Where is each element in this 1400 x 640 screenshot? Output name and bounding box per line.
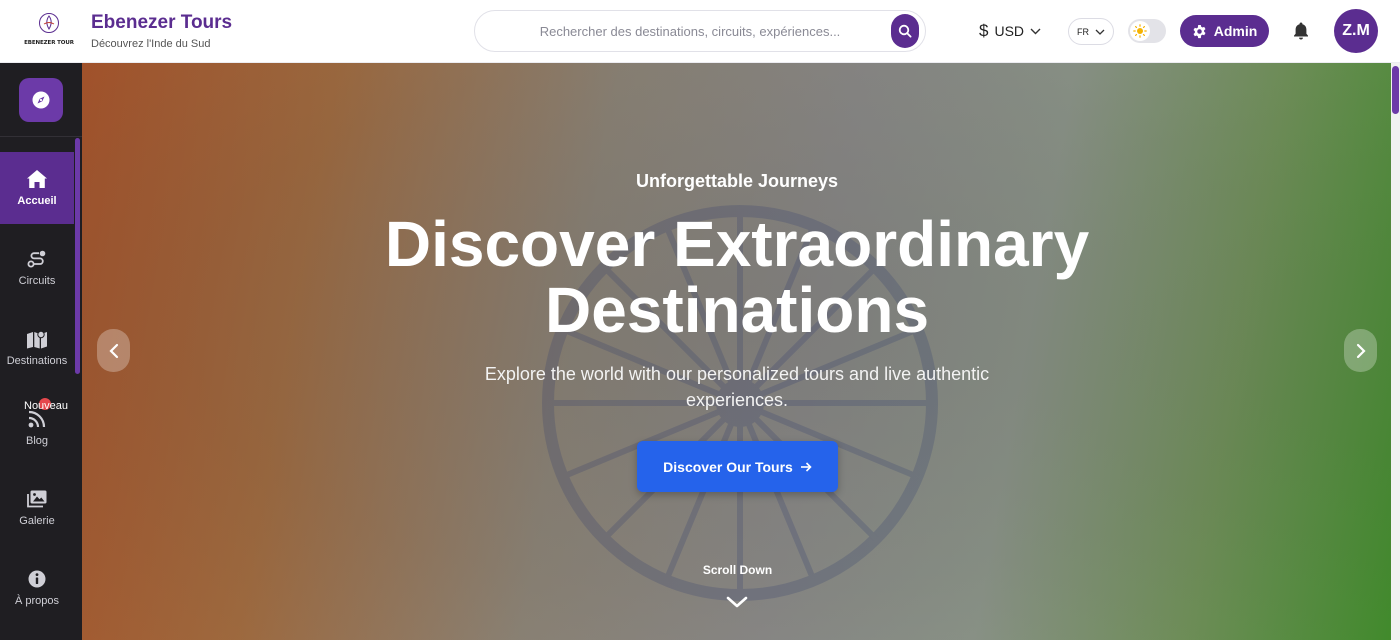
brand-name: Ebenezer Tours [91, 12, 233, 33]
brand-tagline: Découvrez l'Inde du Sud [91, 38, 211, 50]
language-selector[interactable]: FR [1068, 18, 1114, 45]
sidebar-item-label: À propos [14, 595, 60, 607]
top-header: EBENEZER TOUR Ebenezer Tours Découvrez l… [0, 0, 1400, 63]
cta-label: Discover Our Tours [663, 458, 793, 475]
search-input[interactable] [495, 11, 885, 51]
sidebar: Accueil Circuits Destinations Blog Nouve… [0, 63, 82, 640]
logo-emblem-icon [39, 13, 59, 33]
chevron-right-icon [1356, 343, 1366, 358]
chevron-down-icon[interactable] [725, 592, 749, 612]
compass-icon [32, 91, 50, 109]
sidebar-item-galerie[interactable]: Galerie [0, 472, 74, 544]
new-badge: Nouveau [24, 400, 69, 412]
chevron-down-icon [1095, 29, 1105, 35]
sidebar-item-accueil[interactable]: Accueil [0, 152, 74, 224]
explore-button[interactable] [19, 78, 63, 122]
brand[interactable]: Ebenezer Tours Découvrez l'Inde du Sud [91, 12, 232, 52]
gallery-icon [27, 490, 47, 508]
theme-toggle[interactable] [1128, 19, 1166, 43]
map-icon [27, 330, 47, 349]
hero-banner: Unforgettable Journeys Discover Extraord… [82, 63, 1400, 640]
sun-icon [1133, 24, 1147, 38]
search-icon [898, 24, 912, 38]
bell-icon[interactable] [1292, 21, 1310, 41]
arrow-right-icon [800, 461, 812, 472]
page-scrollbar[interactable] [1391, 63, 1400, 640]
sidebar-item-circuits[interactable]: Circuits [0, 232, 74, 304]
hero-subtitle: Explore the world with our personalized … [484, 364, 990, 410]
home-icon [27, 170, 47, 188]
sidebar-item-label: Blog [25, 435, 49, 447]
currency-symbol: $ [979, 21, 989, 40]
rss-icon [28, 410, 46, 428]
user-avatar[interactable]: Z.M [1334, 9, 1378, 53]
sidebar-scroll-indicator[interactable] [75, 138, 80, 374]
toggle-knob [1130, 21, 1150, 41]
chevron-down-icon [1030, 28, 1041, 34]
discover-tours-button[interactable]: Discover Our Tours [637, 441, 838, 492]
logo[interactable]: EBENEZER TOUR [20, 12, 78, 48]
search-bar [474, 10, 926, 52]
admin-label: Admin [1213, 23, 1258, 39]
gear-icon [1193, 24, 1206, 38]
language-code: FR [1077, 26, 1089, 37]
search-button[interactable] [891, 14, 919, 48]
currency-selector[interactable]: $ USD [979, 20, 1041, 42]
logo-text: EBENEZER TOUR [24, 40, 74, 46]
sidebar-divider [0, 136, 82, 137]
admin-button[interactable]: Admin [1180, 15, 1269, 47]
currency-code: USD [994, 23, 1025, 39]
sidebar-item-destinations[interactable]: Destinations [0, 312, 74, 384]
chevron-left-icon [108, 343, 118, 358]
scrollbar-thumb[interactable] [1392, 66, 1399, 114]
sidebar-item-label: Galerie [19, 515, 55, 527]
scroll-down-label: Scroll Down [702, 563, 773, 577]
hero-title: Discover Extraordinary Destinations [82, 211, 1392, 343]
sidebar-item-a-propos[interactable]: À propos [0, 552, 74, 624]
sidebar-item-label: Accueil [17, 195, 57, 207]
sidebar-item-blog[interactable]: Blog Nouveau [0, 392, 74, 464]
hero-title-line-1: Discover Extraordinary [384, 208, 1090, 280]
route-icon [27, 250, 46, 268]
carousel-next-button[interactable] [1344, 329, 1377, 372]
info-icon [28, 570, 46, 588]
hero-eyebrow: Unforgettable Journeys [635, 171, 839, 191]
sidebar-item-label: Destinations [6, 355, 68, 367]
sidebar-item-label: Circuits [18, 275, 56, 287]
hero-title-line-2: Destinations [544, 274, 930, 346]
carousel-prev-button[interactable] [97, 329, 130, 372]
